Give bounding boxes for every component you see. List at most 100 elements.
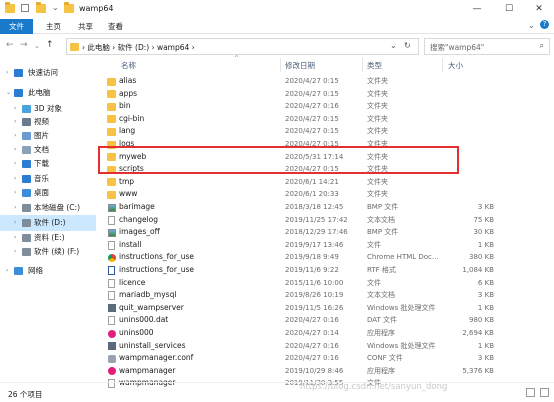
address-dropdown-icon[interactable]: ⌄: [390, 41, 397, 50]
drive-icon: [22, 204, 31, 212]
file-row[interactable]: wampmanager 2019/10/29 8:46 应用程序 5,376 KB: [104, 365, 504, 378]
file-name: install: [119, 239, 142, 249]
file-size: 980 KB: [469, 316, 494, 325]
file-type: 文本文档: [367, 291, 395, 300]
file-name: alias: [119, 76, 137, 85]
minimize-button[interactable]: —: [462, 0, 492, 19]
quick-access-dropdown-icon[interactable]: ⌄: [52, 3, 59, 12]
file-row[interactable]: barimage 2018/3/18 12:45 BMP 文件 3 KB: [104, 201, 504, 214]
folder-row[interactable]: apps 2020/4/27 0:15 文件夹: [104, 88, 504, 101]
file-type: 文件: [367, 278, 381, 287]
file-row[interactable]: licence 2015/11/6 10:00 文件 6 KB: [104, 277, 504, 290]
collapse-icon[interactable]: ⌄: [6, 85, 11, 101]
folder-icon: [107, 90, 116, 99]
folder-row[interactable]: lang 2020/4/27 0:15 文件夹: [104, 125, 504, 138]
nav-item-drive-d[interactable]: › 软件 (D:): [0, 215, 96, 231]
folder-row[interactable]: www 2020/6/1 20:33 文件夹: [104, 188, 504, 201]
expand-icon[interactable]: ›: [6, 65, 8, 81]
file-date: 2020/4/27 0:16: [285, 102, 339, 111]
nav-item-desktop[interactable]: › 桌面: [0, 185, 96, 201]
nav-item-quick-access[interactable]: › 快速访问: [0, 65, 96, 81]
file-row[interactable]: quit_wampserver 2019/11/5 16:26 Windows 批处…: [104, 302, 504, 315]
column-header-name[interactable]: 名称: [121, 60, 136, 71]
nav-item-this-pc[interactable]: ⌄ 此电脑: [0, 85, 96, 101]
nav-item-downloads[interactable]: › 下载: [0, 156, 96, 172]
file-row[interactable]: instructions_for_use 2019/9/18 9:49 Chrome…: [104, 251, 504, 264]
file-row[interactable]: images_off 2018/12/29 17:46 BMP 文件 30 KB: [104, 226, 504, 239]
search-input[interactable]: 搜索"wamp64" ⌕: [424, 38, 550, 55]
address-row: ← → ⌄ ↑ › 此电脑 › 软件 (D:) › wamp64 › ⌄ ↻ 搜…: [0, 34, 554, 58]
file-icon: [108, 316, 115, 326]
ribbon-tabs: 文件 主页 共享 查看 ⌄ ?: [0, 19, 554, 34]
file-row[interactable]: changelog 2019/11/25 17:42 文本文档 75 KB: [104, 214, 504, 227]
file-row[interactable]: instructions_for_use 2019/11/6 9:22 RTF 格式…: [104, 264, 504, 277]
file-name: images_off: [119, 227, 160, 237]
img-icon: [108, 203, 116, 212]
file-date: 2015/11/6 10:00: [285, 278, 344, 287]
close-button[interactable]: ✕: [524, 0, 554, 19]
file-date: 2020/6/1 14:21: [285, 177, 339, 186]
new-folder-icon[interactable]: [36, 2, 46, 13]
forward-icon[interactable]: →: [20, 40, 28, 50]
maximize-button[interactable]: ☐: [494, 0, 524, 19]
help-icon[interactable]: ?: [540, 20, 549, 29]
folder-row[interactable]: alias 2020/4/27 0:15 文件夹: [104, 75, 504, 88]
address-bar[interactable]: › 此电脑 › 软件 (D:) › wamp64 › ⌄ ↻: [66, 38, 419, 55]
file-type: BMP 文件: [367, 228, 399, 237]
tab-home[interactable]: 主页: [38, 19, 69, 34]
expand-ribbon-icon[interactable]: ⌄: [528, 21, 535, 30]
column-divider[interactable]: [362, 58, 363, 72]
title-bar: ⌄ wamp64 — ☐ ✕: [0, 0, 554, 19]
expand-icon[interactable]: ›: [6, 263, 8, 279]
cube-icon: [22, 105, 31, 113]
properties-icon[interactable]: [21, 4, 29, 12]
folder-row[interactable]: cgi-bin 2020/4/27 0:15 文件夹: [104, 113, 504, 126]
file-row[interactable]: install 2019/9/17 13:46 文件 1 KB: [104, 239, 504, 252]
tab-view[interactable]: 查看: [100, 19, 131, 34]
file-row[interactable]: unins000.dat 2020/4/27 0:16 DAT 文件 980 KB: [104, 314, 504, 327]
tab-file[interactable]: 文件: [0, 19, 33, 34]
up-icon[interactable]: ↑: [46, 40, 54, 50]
column-header-size[interactable]: 大小: [448, 60, 463, 71]
folder-icon: [107, 77, 116, 86]
nav-item-drive-c[interactable]: › 本地磁盘 (C:): [0, 200, 96, 216]
nav-item-network[interactable]: › 网络: [0, 263, 96, 279]
expand-icon[interactable]: ›: [14, 156, 16, 172]
folder-row[interactable]: tmp 2020/6/1 14:21 文件夹: [104, 176, 504, 189]
expand-icon[interactable]: ›: [14, 215, 16, 231]
back-icon[interactable]: ←: [6, 40, 14, 50]
expand-icon[interactable]: ›: [14, 185, 16, 201]
file-date: 2020/4/27 0:15: [285, 114, 339, 123]
column-header-date[interactable]: 修改日期: [285, 60, 315, 71]
file-row[interactable]: wampmanager.conf 2020/4/27 0:16 CONF 文件 3 K…: [104, 352, 504, 365]
bat-icon: [108, 342, 116, 351]
file-date: 2020/4/27 0:15: [285, 89, 339, 98]
recent-locations-icon[interactable]: ⌄: [34, 42, 40, 50]
file-icon: [108, 291, 115, 301]
folder-row[interactable]: bin 2020/4/27 0:16 文件夹: [104, 100, 504, 113]
column-divider[interactable]: [442, 58, 443, 72]
file-row[interactable]: mariadb_mysql 2019/8/26 10:19 文本文档 3 KB: [104, 289, 504, 302]
file-date: 2020/4/27 0:16: [285, 341, 339, 350]
file-name: wampmanager.conf: [119, 353, 194, 363]
file-size: 1,084 KB: [462, 266, 494, 274]
file-size: 1 KB: [477, 303, 494, 312]
search-icon[interactable]: ⌕: [540, 41, 544, 51]
file-name: instructions_for_use: [119, 252, 195, 262]
wamp-icon: [108, 329, 116, 338]
refresh-icon[interactable]: ↻: [404, 41, 411, 50]
navigation-pane: › 快速访问 ⌄ 此电脑 › 3D 对象 › 视频 › 图片 › 文档 › 下载…: [0, 58, 96, 382]
file-row[interactable]: uninstall_services 2020/4/27 0:16 Windows …: [104, 340, 504, 353]
file-size: 75 KB: [473, 215, 494, 224]
large-icons-view-icon[interactable]: [540, 388, 549, 397]
file-type: 文件夹: [367, 114, 388, 123]
expand-icon[interactable]: ›: [14, 200, 16, 216]
details-view-icon[interactable]: [526, 388, 535, 397]
expand-icon[interactable]: ›: [14, 244, 16, 260]
column-header-type[interactable]: 类型: [367, 60, 382, 71]
nav-item-drive-f[interactable]: › 软件 (续) (F:): [0, 244, 96, 260]
file-row[interactable]: unins000 2020/4/27 0:14 应用程序 2,694 KB: [104, 327, 504, 340]
tab-share[interactable]: 共享: [70, 19, 101, 34]
column-divider[interactable]: [280, 58, 281, 72]
pictures-icon: [22, 132, 31, 140]
